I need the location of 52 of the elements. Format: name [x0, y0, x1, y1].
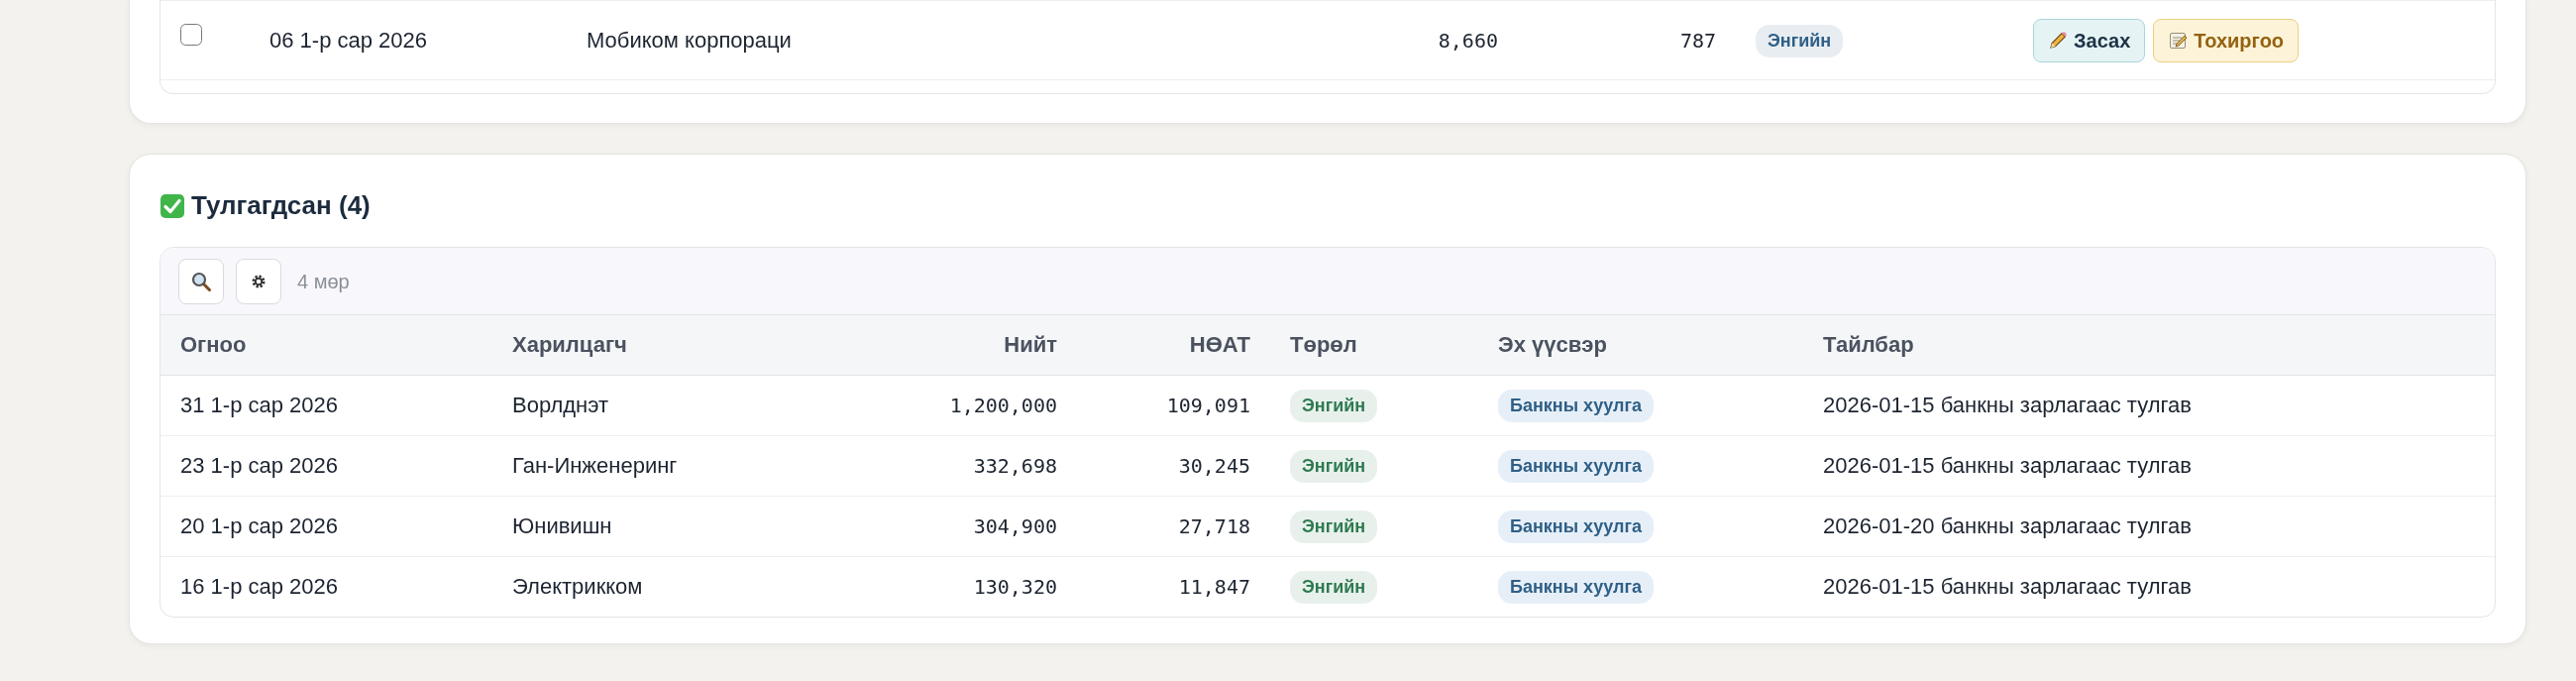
amount-cell: 130,320	[973, 574, 1057, 599]
edit-button[interactable]: Засах	[2033, 18, 2146, 62]
amount-cell: 304,900	[973, 513, 1057, 538]
column-header: Харилцагч	[512, 332, 627, 358]
note-cell: 2026-01-15 банкны зарлагаас тулгав	[1823, 574, 2192, 600]
vat-cell: 30,245	[1178, 453, 1250, 478]
type-badge: Энгийн	[1290, 511, 1378, 543]
partner-cell: Мобиком корпораци	[587, 28, 792, 53]
column-header: НӨАТ	[1189, 332, 1250, 358]
pencil-icon	[2048, 30, 2068, 51]
note-cell: 2026-01-20 банкны зарлагаас тулгав	[1823, 513, 2192, 538]
type-badge: Энгийн	[1290, 390, 1378, 422]
note-cell: 2026-01-15 банкны зарлагаас тулгав	[1823, 453, 2192, 478]
date-cell: 16 1-р сар 2026	[180, 574, 339, 600]
partner-cell: Ворлднэт	[512, 393, 609, 417]
date-cell: 23 1-р сар 2026	[180, 453, 339, 478]
vat-cell: 11,847	[1178, 574, 1250, 599]
amount-cell: 332,698	[973, 453, 1057, 478]
check-icon	[160, 192, 185, 219]
source-badge: Банкны хуулга	[1498, 511, 1655, 543]
search-button[interactable]	[178, 258, 224, 304]
source-badge: Банкны хуулга	[1498, 450, 1655, 483]
date-cell: 20 1-р сар 2026	[180, 513, 339, 538]
row-checkbox[interactable]	[180, 24, 202, 46]
column-header: Төрөл	[1290, 332, 1357, 358]
date-cell: 31 1-р сар 2026	[180, 393, 339, 417]
column-header: Эх үүсвэр	[1498, 332, 1607, 358]
section-title: Тулгагдсан (4)	[191, 189, 371, 222]
row-count: 4 мөр	[297, 269, 350, 294]
column-header: Нийт	[1004, 332, 1057, 358]
type-badge: Энгийн	[1290, 450, 1378, 483]
type-badge: Энгийн	[1290, 571, 1378, 605]
source-badge: Банкны хуулга	[1498, 390, 1655, 422]
column-header: Огноо	[180, 332, 247, 358]
vat-cell: 27,718	[1178, 513, 1250, 538]
amount-cell: 8,660	[1438, 28, 1498, 53]
source-badge: Банкны хуулга	[1498, 571, 1655, 605]
amount-cell: 1,200,000	[949, 393, 1057, 417]
type-badge: Энгийн	[1756, 25, 1844, 57]
date-cell: 06 1-р сар 2026	[269, 28, 428, 53]
settings-button[interactable]: Тохиргоо	[2153, 18, 2300, 62]
partner-cell: Юнивишн	[512, 513, 612, 538]
column-header: Тайлбар	[1823, 332, 1914, 358]
gear-icon	[251, 273, 267, 289]
partner-cell: Электрикком	[512, 574, 643, 600]
note-cell: 2026-01-15 банкны зарлагаас тулгав	[1823, 393, 2192, 417]
vat-cell: 787	[1679, 28, 1716, 53]
settings-button[interactable]	[236, 258, 281, 304]
partner-cell: Ган-Инженеринг	[512, 453, 678, 478]
vat-cell: 109,091	[1166, 393, 1250, 417]
notepad-icon	[2168, 30, 2189, 51]
search-icon	[190, 270, 212, 292]
